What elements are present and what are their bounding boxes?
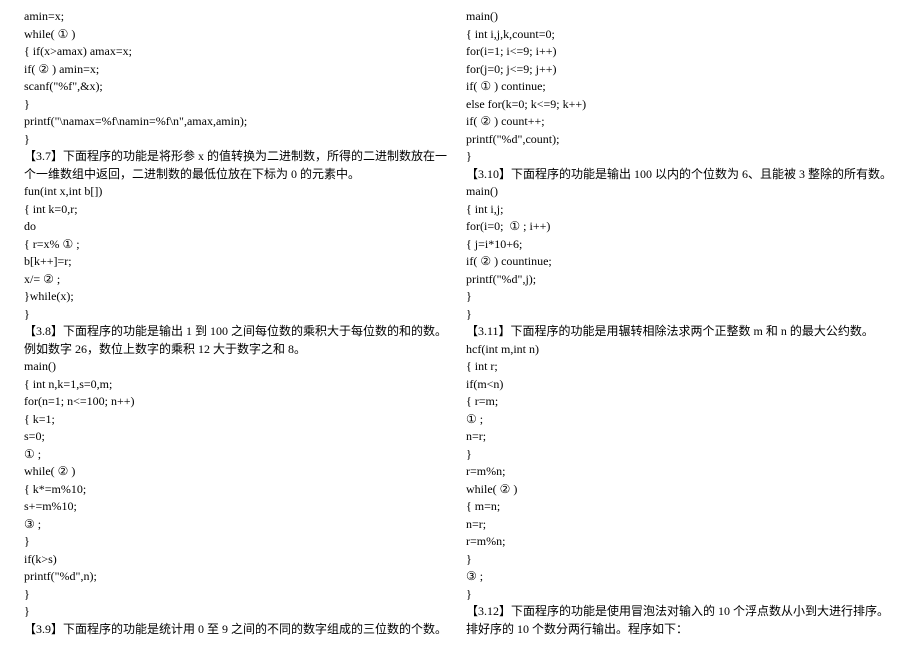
code-line: } xyxy=(466,551,896,569)
problem-heading: 【3.10】下面程序的功能是输出 100 以内的个位数为 6、且能被 3 整除的… xyxy=(466,166,896,184)
code-line: printf("%d",j); xyxy=(466,271,896,289)
code-line: printf("%d",count); xyxy=(466,131,896,149)
code-line: hcf(int m,int n) xyxy=(466,341,896,359)
code-line: if(m<n) xyxy=(466,376,896,394)
code-line: if( ① ) continue; xyxy=(466,78,896,96)
code-line: if( ② ) amin=x; xyxy=(24,61,454,79)
code-line: { r=x% ① ; xyxy=(24,236,454,254)
code-line: } xyxy=(466,306,896,324)
code-line: main() xyxy=(24,358,454,376)
code-line: x/= ② ; xyxy=(24,271,454,289)
code-line: { int r; xyxy=(466,358,896,376)
code-line: printf("\namax=%f\namin=%f\n",amax,amin)… xyxy=(24,113,454,131)
code-line: amin=x; xyxy=(24,8,454,26)
code-line: do xyxy=(24,218,454,236)
code-line: } xyxy=(466,148,896,166)
code-line: printf("%d",n); xyxy=(24,568,454,586)
code-line: } xyxy=(24,96,454,114)
code-line: } xyxy=(24,306,454,324)
code-line: s=0; xyxy=(24,428,454,446)
code-line: { if(x>amax) amax=x; xyxy=(24,43,454,61)
code-line: { k=1; xyxy=(24,411,454,429)
code-line: } xyxy=(466,446,896,464)
code-line: while( ② ) xyxy=(24,463,454,481)
code-line: ① ; xyxy=(24,446,454,464)
problem-heading: 【3.8】下面程序的功能是输出 1 到 100 之间每位数的乘积大于每位数的和的… xyxy=(24,323,454,358)
code-line: b[k++]=r; xyxy=(24,253,454,271)
code-line: scanf("%f",&x); xyxy=(24,78,454,96)
code-line: { int n,k=1,s=0,m; xyxy=(24,376,454,394)
problem-heading: 【3.11】下面程序的功能是用辗转相除法求两个正整数 m 和 n 的最大公约数。 xyxy=(466,323,896,341)
code-line: else for(k=0; k<=9; k++) xyxy=(466,96,896,114)
code-line: main() xyxy=(466,183,896,201)
code-line: while( ① ) xyxy=(24,26,454,44)
code-line: } xyxy=(24,131,454,149)
problem-heading: 【3.9】下面程序的功能是统计用 0 至 9 之间的不同的数字组成的三位数的个数… xyxy=(24,621,454,639)
code-line: for(n=1; n<=100; n++) xyxy=(24,393,454,411)
code-line: { int i,j,k,count=0; xyxy=(466,26,896,44)
code-line: } xyxy=(466,586,896,604)
right-column: main() { int i,j,k,count=0; for(i=1; i<=… xyxy=(460,8,902,638)
code-line: { r=m; xyxy=(466,393,896,411)
code-line: while( ② ) xyxy=(466,481,896,499)
code-line: } xyxy=(24,603,454,621)
code-line: r=m%n; xyxy=(466,463,896,481)
document-page: amin=x; while( ① ) { if(x>amax) amax=x; … xyxy=(0,0,920,646)
code-line: { int i,j; xyxy=(466,201,896,219)
code-line: for(i=0; ① ; i++) xyxy=(466,218,896,236)
problem-heading: 【3.7】下面程序的功能是将形参 x 的值转换为二进制数，所得的二进制数放在一个… xyxy=(24,148,454,183)
code-line: for(j=0; j<=9; j++) xyxy=(466,61,896,79)
code-line: }while(x); xyxy=(24,288,454,306)
code-line: n=r; xyxy=(466,516,896,534)
code-line: s+=m%10; xyxy=(24,498,454,516)
code-line: } xyxy=(24,586,454,604)
problem-heading: 【3.12】下面程序的功能是使用冒泡法对输入的 10 个浮点数从小到大进行排序。… xyxy=(466,603,896,638)
code-line: { int k=0,r; xyxy=(24,201,454,219)
code-line: { m=n; xyxy=(466,498,896,516)
left-column: amin=x; while( ① ) { if(x>amax) amax=x; … xyxy=(18,8,460,638)
code-line: { j=i*10+6; xyxy=(466,236,896,254)
code-line: if( ② ) countinue; xyxy=(466,253,896,271)
code-line: r=m%n; xyxy=(466,533,896,551)
code-line: ③ ; xyxy=(24,516,454,534)
code-line: ① ; xyxy=(466,411,896,429)
code-line: n=r; xyxy=(466,428,896,446)
code-line: } xyxy=(466,288,896,306)
code-line: { k*=m%10; xyxy=(24,481,454,499)
code-line: main() xyxy=(466,8,896,26)
code-line: fun(int x,int b[]) xyxy=(24,183,454,201)
code-line: for(i=1; i<=9; i++) xyxy=(466,43,896,61)
code-line: } xyxy=(24,533,454,551)
code-line: if( ② ) count++; xyxy=(466,113,896,131)
code-line: ③ ; xyxy=(466,568,896,586)
code-line: if(k>s) xyxy=(24,551,454,569)
